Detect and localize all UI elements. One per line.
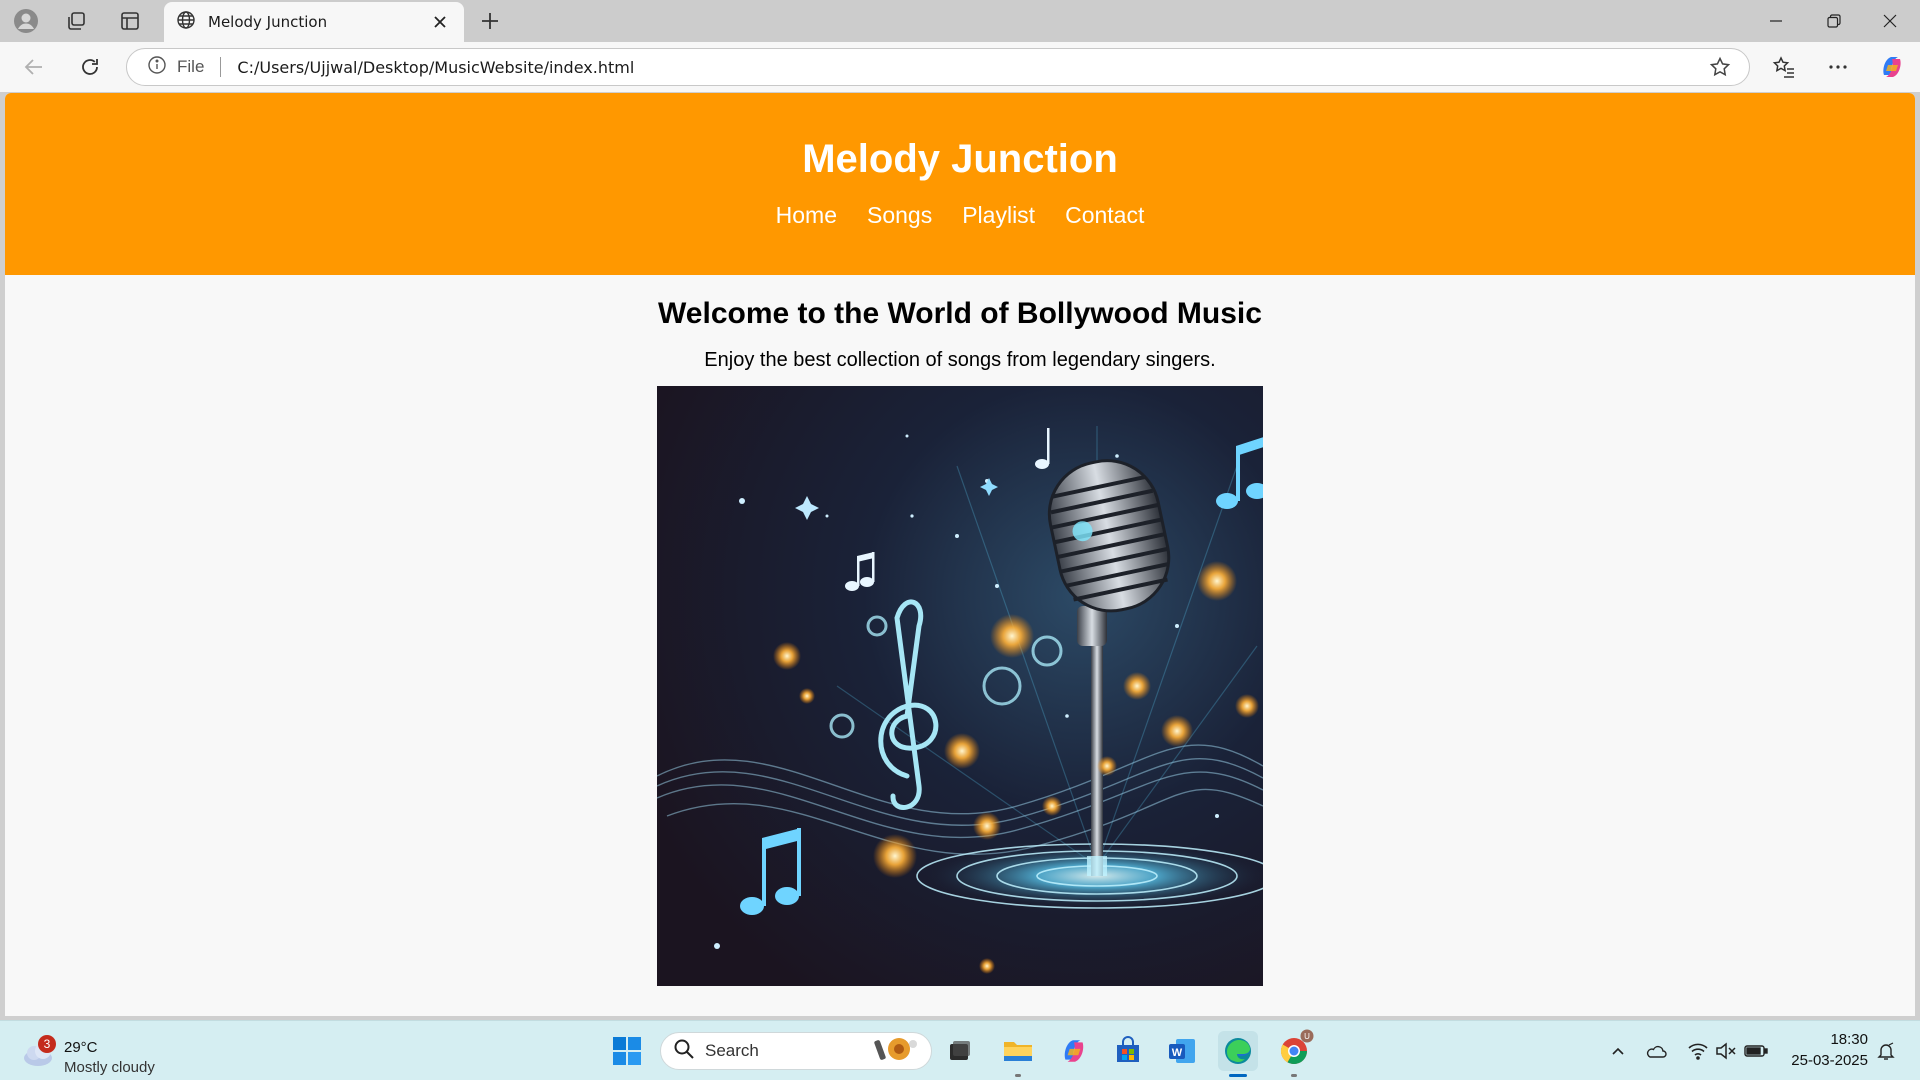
nav-playlist-link[interactable]: Playlist bbox=[962, 202, 1035, 229]
welcome-heading: Welcome to the World of Bollywood Music bbox=[658, 297, 1262, 330]
weather-alert-badge: 3 bbox=[38, 1035, 56, 1053]
site-title: Melody Junction bbox=[802, 137, 1118, 181]
profile-badge-icon: U bbox=[1300, 1029, 1314, 1043]
word-icon[interactable]: W bbox=[1162, 1031, 1202, 1071]
more-menu-icon[interactable] bbox=[1820, 50, 1856, 84]
chrome-icon[interactable]: U bbox=[1274, 1029, 1314, 1077]
running-indicator bbox=[1291, 1074, 1297, 1077]
favorites-icon[interactable] bbox=[1766, 50, 1802, 84]
tab-title: Melody Junction bbox=[208, 13, 328, 31]
refresh-button[interactable] bbox=[72, 50, 108, 84]
info-icon[interactable] bbox=[147, 55, 167, 80]
site-nav: Home Songs Playlist Contact bbox=[5, 202, 1915, 229]
svg-text:U: U bbox=[1304, 1032, 1310, 1041]
weather-temperature: 29°C bbox=[64, 1039, 98, 1056]
task-view-icon[interactable] bbox=[940, 1031, 980, 1071]
clock-date: 25-03-2025 bbox=[1791, 1052, 1868, 1069]
copilot-icon[interactable] bbox=[1874, 50, 1910, 84]
battery-icon[interactable] bbox=[1744, 1039, 1768, 1063]
running-indicator bbox=[1015, 1074, 1021, 1077]
nav-contact-link[interactable]: Contact bbox=[1065, 202, 1144, 229]
copilot-app-icon[interactable] bbox=[1054, 1031, 1094, 1071]
site-header: Melody Junction Home Songs Playlist Cont… bbox=[5, 93, 1915, 275]
active-app-indicator bbox=[1229, 1074, 1247, 1077]
weather-widget[interactable]: 3 29°C Mostly cloudy bbox=[20, 1029, 200, 1076]
onedrive-icon[interactable] bbox=[1644, 1039, 1668, 1063]
main-content: Welcome to the World of Bollywood Music … bbox=[5, 297, 1915, 986]
clock-time: 18:30 bbox=[1830, 1031, 1868, 1048]
weather-condition: Mostly cloudy bbox=[64, 1059, 155, 1076]
address-bar[interactable]: File C:/Users/Ujjwal/Desktop/MusicWebsit… bbox=[126, 48, 1750, 86]
page-viewport: Melody Junction Home Songs Playlist Cont… bbox=[5, 93, 1915, 1016]
restore-button[interactable] bbox=[1806, 0, 1862, 42]
url-text[interactable]: C:/Users/Ujjwal/Desktop/MusicWebsite/ind… bbox=[237, 58, 634, 77]
address-divider bbox=[220, 57, 222, 77]
nav-home-link[interactable]: Home bbox=[776, 202, 837, 229]
hero-microphone-image bbox=[657, 386, 1263, 986]
search-label: Search bbox=[705, 1041, 759, 1060]
browser-toolbar: File C:/Users/Ujjwal/Desktop/MusicWebsit… bbox=[0, 42, 1920, 92]
search-icon bbox=[673, 1038, 695, 1065]
globe-icon bbox=[176, 10, 196, 35]
active-tab[interactable]: Melody Junction bbox=[164, 2, 464, 42]
notification-bell-icon[interactable] bbox=[1874, 1039, 1898, 1063]
nav-songs-link[interactable]: Songs bbox=[867, 202, 932, 229]
show-hidden-icons-chevron-icon[interactable] bbox=[1606, 1039, 1630, 1063]
start-icon[interactable] bbox=[607, 1031, 647, 1071]
windows-taskbar: 3 29°C Mostly cloudy Search W U 18:30 25… bbox=[0, 1020, 1920, 1080]
search-highlight-icon bbox=[871, 1034, 921, 1069]
close-tab-icon[interactable] bbox=[428, 10, 452, 34]
volume-muted-icon[interactable] bbox=[1714, 1039, 1738, 1063]
favorite-star-icon[interactable] bbox=[1709, 56, 1731, 83]
workspaces-icon[interactable] bbox=[60, 6, 92, 36]
file-explorer-icon[interactable] bbox=[998, 1031, 1038, 1077]
svg-text:W: W bbox=[1172, 1047, 1183, 1059]
browser-tab-strip: Melody Junction bbox=[0, 0, 1920, 42]
profile-icon[interactable] bbox=[10, 6, 42, 36]
tagline: Enjoy the best collection of songs from … bbox=[704, 349, 1216, 371]
vertical-tabs-icon[interactable] bbox=[114, 6, 146, 36]
back-button[interactable] bbox=[16, 50, 52, 84]
minimize-button[interactable] bbox=[1748, 0, 1804, 42]
store-icon[interactable] bbox=[1108, 1031, 1148, 1071]
wifi-icon[interactable] bbox=[1686, 1039, 1710, 1063]
close-window-button[interactable] bbox=[1862, 0, 1918, 42]
taskbar-search-box[interactable]: Search bbox=[660, 1032, 932, 1070]
file-scheme-label: File bbox=[177, 57, 205, 76]
edge-icon[interactable] bbox=[1218, 1031, 1258, 1077]
taskbar-clock[interactable]: 18:30 25-03-2025 bbox=[1782, 1031, 1868, 1069]
new-tab-button[interactable] bbox=[474, 6, 506, 36]
